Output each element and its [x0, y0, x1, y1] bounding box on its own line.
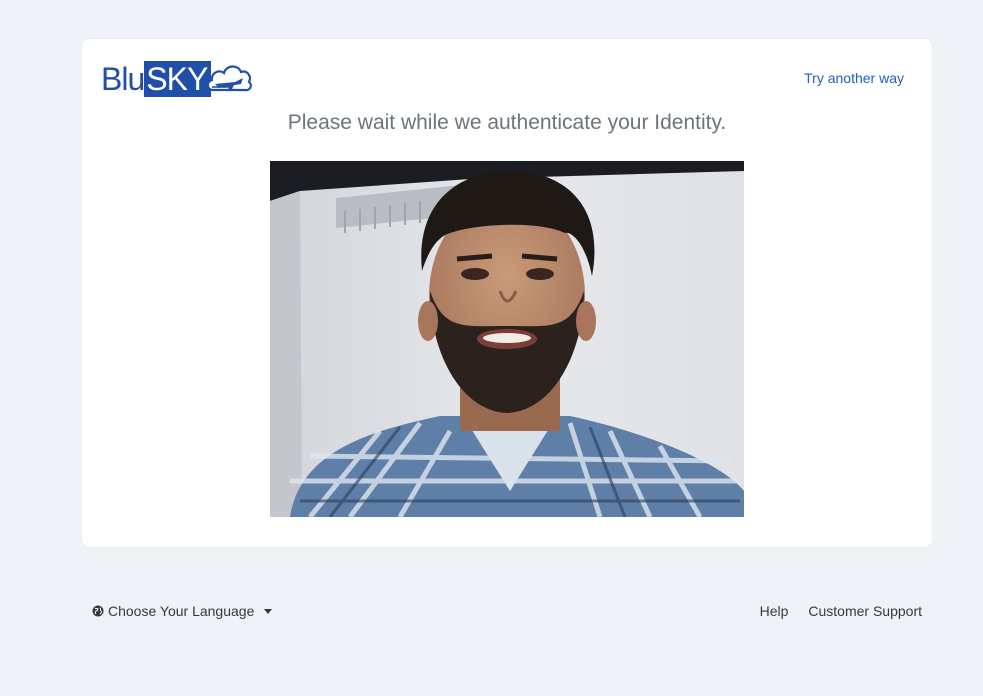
footer-links: Help Customer Support	[760, 603, 922, 619]
logo-text-sky: SKY	[144, 61, 212, 97]
webcam-feed	[270, 161, 744, 517]
language-label: Choose Your Language	[108, 603, 255, 619]
blusky-logo: Blu SKY	[101, 59, 279, 99]
webcam-image	[270, 161, 744, 517]
globe-icon	[92, 605, 104, 617]
page-heading: Please wait while we authenticate your I…	[287, 111, 727, 134]
customer-support-link[interactable]: Customer Support	[808, 603, 922, 619]
help-link[interactable]: Help	[760, 603, 789, 619]
cloud-plane-icon	[207, 65, 253, 92]
try-another-way-link[interactable]: Try another way	[804, 70, 904, 86]
chevron-down-icon	[264, 608, 273, 614]
logo-text-blu: Blu	[101, 61, 145, 97]
auth-card: Blu SKY Try another way Please wait whil…	[82, 39, 932, 547]
language-selector[interactable]: Choose Your Language	[92, 603, 273, 619]
